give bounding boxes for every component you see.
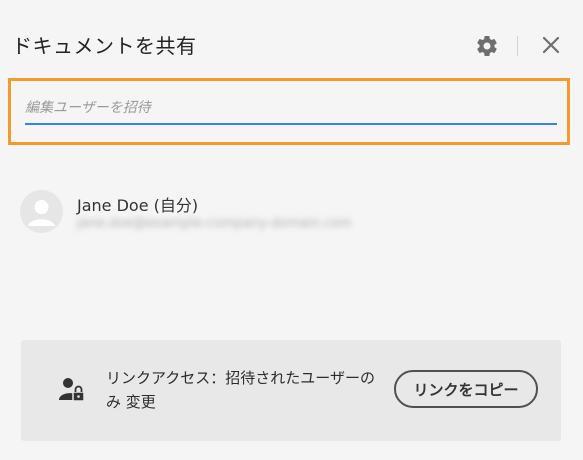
header-divider [517, 36, 518, 56]
user-name: Jane Doe (自分) [77, 196, 199, 215]
invite-editor-input[interactable] [25, 93, 557, 125]
link-access-panel: リンクアクセス：招待されたユーザーのみ 変更 リンクをコピー [21, 340, 561, 441]
link-access-text: リンクアクセス：招待されたユーザーのみ 変更 [106, 369, 375, 411]
close-icon[interactable] [540, 34, 562, 56]
user-lock-icon [57, 375, 87, 405]
dialog-header: ドキュメントを共有 [0, 0, 583, 90]
copy-link-button[interactable]: リンクをコピー [394, 370, 538, 408]
user-list-item: Jane Doe (自分) jane.doe@example-company-d… [20, 188, 560, 238]
invite-field-highlight [8, 78, 570, 145]
gear-icon[interactable] [475, 34, 499, 58]
dialog-title: ドキュメントを共有 [12, 34, 197, 58]
share-document-dialog: ドキュメントを共有 Jane Doe (自分) jane.doe@example… [0, 0, 583, 460]
user-email: jane.doe@example-company-domain.com [77, 216, 352, 231]
user-avatar-icon [20, 190, 63, 233]
